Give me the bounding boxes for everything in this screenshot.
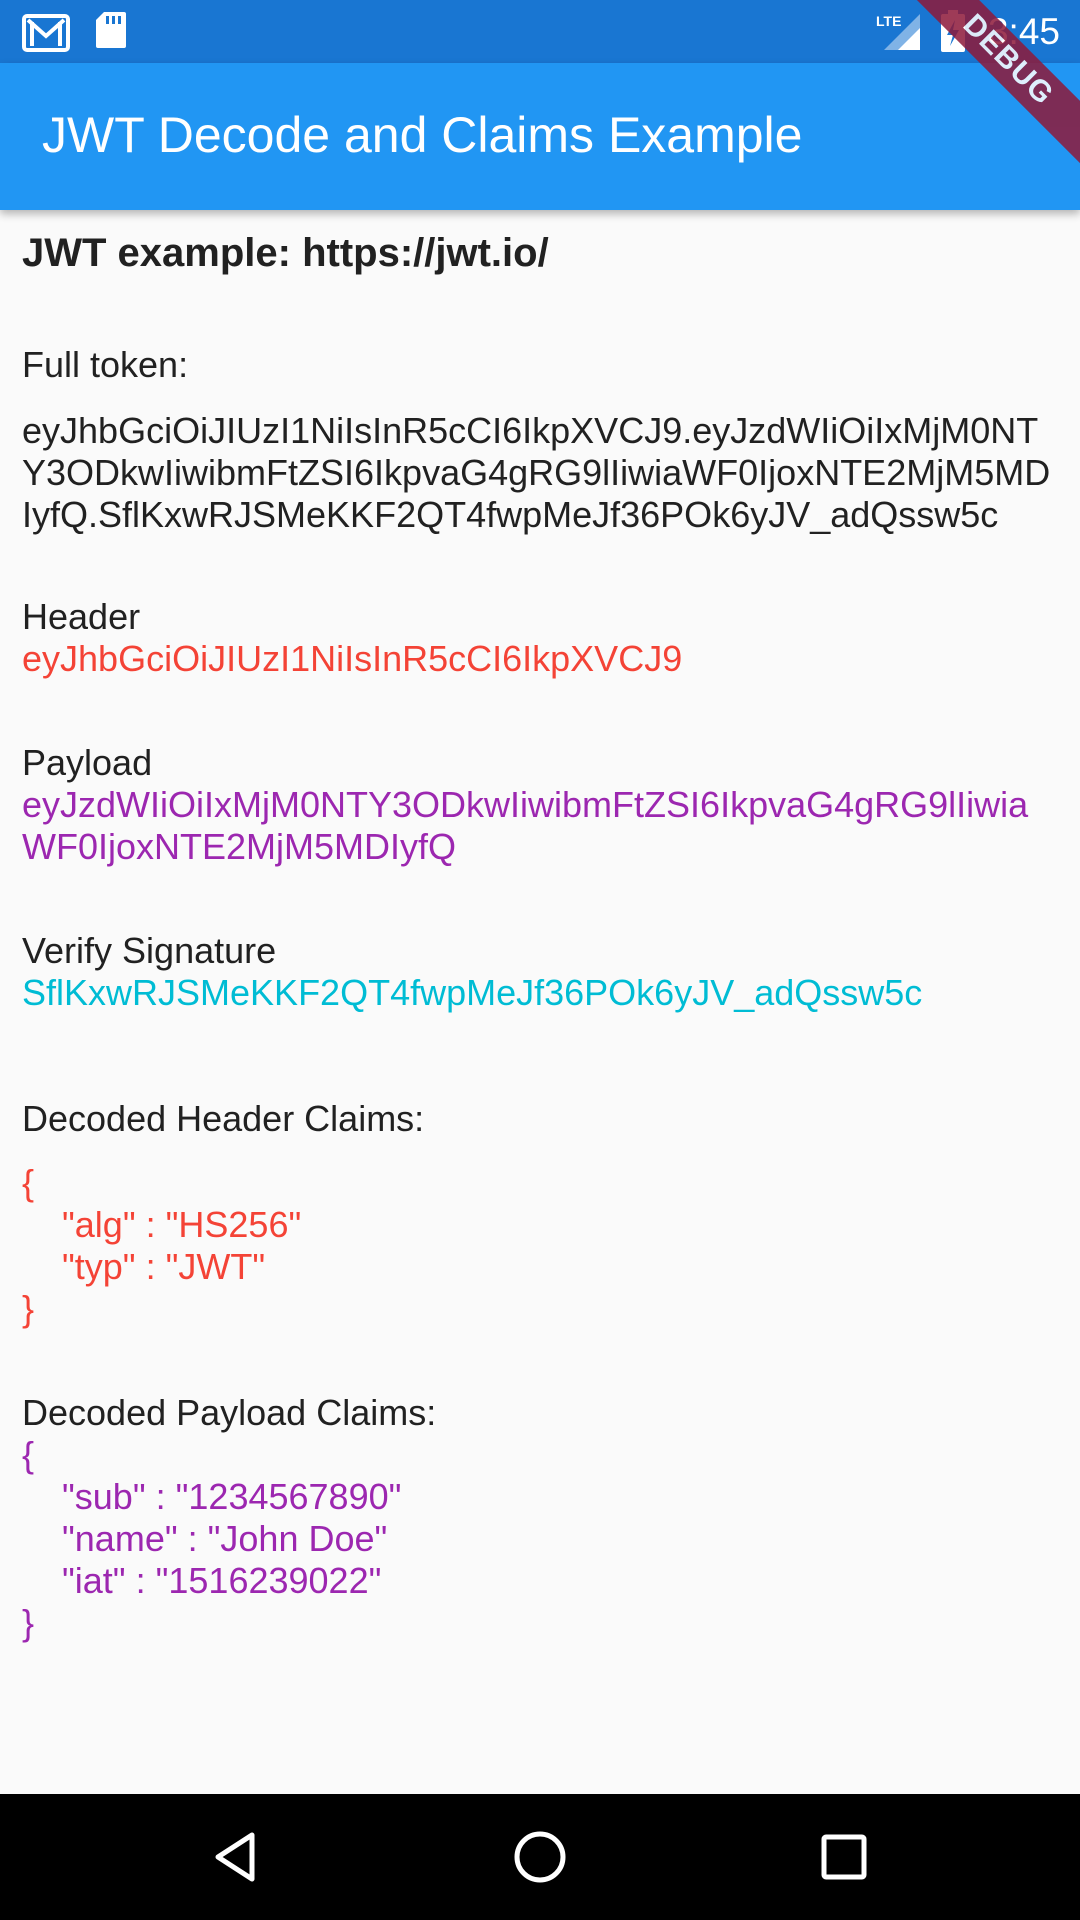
home-icon[interactable]	[510, 1827, 570, 1887]
decoded-header-json: { "alg" : "HS256" "typ" : "JWT" }	[22, 1162, 1062, 1330]
app-bar: JWT Decode and Claims Example	[0, 63, 1080, 210]
json-line: {	[22, 1162, 35, 1203]
header-label: Header	[22, 596, 141, 637]
signature-value: SflKxwRJSMeKKF2QT4fwpMeJf36POk6yJV_adQss…	[22, 972, 923, 1013]
json-line: "iat" : "1516239022"	[22, 1560, 382, 1601]
decoded-payload-json: { "sub" : "1234567890" "name" : "John Do…	[22, 1434, 1062, 1644]
lte-signal-icon: LTE	[876, 10, 922, 57]
gmail-icon	[22, 10, 70, 59]
payload-value: eyJzdWIiOiIxMjM0NTY3ODkwIiwibmFtZSI6Ikpv…	[22, 784, 1029, 867]
json-line: "typ" : "JWT"	[22, 1246, 266, 1287]
app-title: JWT Decode and Claims Example	[42, 107, 803, 163]
svg-text:LTE: LTE	[876, 13, 901, 29]
payload-label: Payload	[22, 742, 153, 783]
status-bar: LTE 3:45	[0, 0, 1080, 63]
back-icon[interactable]	[206, 1827, 266, 1887]
json-line: {	[22, 1434, 35, 1475]
header-value: eyJhbGciOiJIUzI1NiIsInR5cCI6IkpXVCJ9	[22, 638, 683, 679]
json-line: }	[22, 1602, 35, 1643]
signature-label: Verify Signature	[22, 930, 277, 971]
recents-icon[interactable]	[814, 1827, 874, 1887]
json-line: "sub" : "1234567890"	[22, 1476, 402, 1517]
sd-card-icon	[94, 10, 128, 55]
system-nav-bar	[0, 1794, 1080, 1920]
page-heading: JWT example: https://jwt.io/	[22, 231, 549, 275]
decoded-header-label: Decoded Header Claims:	[22, 1098, 425, 1139]
json-line: "name" : "John Doe"	[22, 1518, 388, 1559]
full-token-label: Full token:	[22, 344, 189, 385]
json-line: }	[22, 1288, 35, 1329]
decoded-payload-label: Decoded Payload Claims:	[22, 1392, 437, 1433]
json-line: "alg" : "HS256"	[22, 1204, 302, 1245]
full-token-value: eyJhbGciOiJIUzI1NiIsInR5cCI6IkpXVCJ9.eyJ…	[22, 410, 1051, 535]
